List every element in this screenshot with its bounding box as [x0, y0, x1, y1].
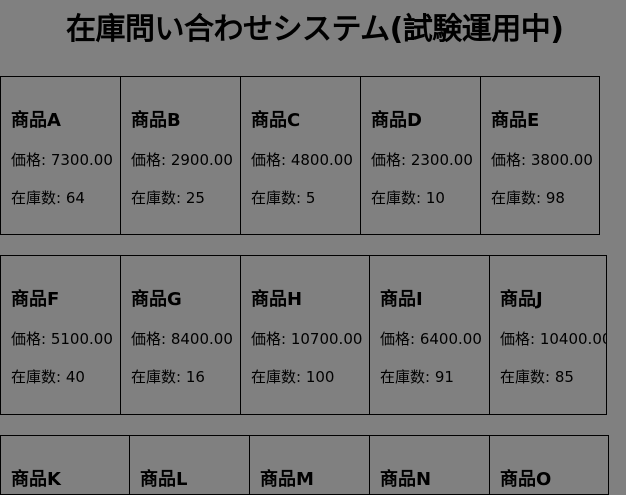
price-label: 価格:	[131, 330, 171, 348]
product-name: 商品B	[131, 110, 181, 131]
product-stock: 在庫数: 25	[131, 189, 205, 207]
product-name: 商品I	[380, 289, 423, 310]
product-card[interactable]: 商品J 価格: 10400.00 在庫数: 85	[489, 255, 607, 415]
stock-label: 在庫数:	[371, 189, 426, 207]
stock-value: 85	[554, 368, 574, 386]
price-value: 5100.00	[50, 330, 113, 348]
product-name: 商品A	[11, 110, 61, 131]
price-label: 価格:	[131, 151, 171, 169]
product-row: 商品A 価格: 7300.00 在庫数: 64 商品B 価格: 2900.00 在庫数: …	[0, 76, 600, 235]
product-name: 商品M	[260, 469, 314, 490]
price-label: 価格:	[380, 330, 420, 348]
product-price: 価格: 6400.00	[380, 330, 482, 348]
product-card[interactable]: 商品N	[369, 435, 490, 495]
stock-label: 在庫数:	[251, 368, 306, 386]
stock-value: 40	[65, 368, 85, 386]
product-price: 価格: 5100.00	[11, 330, 113, 348]
price-value: 3800.00	[530, 151, 593, 169]
stock-value: 10	[425, 189, 445, 207]
price-value: 7300.00	[50, 151, 113, 169]
product-card[interactable]: 商品H 価格: 10700.00 在庫数: 100	[240, 255, 370, 415]
product-price: 価格: 3800.00	[491, 151, 593, 169]
price-value: 10700.00	[290, 330, 363, 348]
product-stock: 在庫数: 100	[251, 368, 334, 386]
product-card[interactable]: 商品D 価格: 2300.00 在庫数: 10	[360, 76, 481, 235]
product-card[interactable]: 商品B 価格: 2900.00 在庫数: 25	[120, 76, 241, 235]
product-stock: 在庫数: 85	[500, 368, 574, 386]
stock-label: 在庫数:	[380, 368, 435, 386]
product-stock: 在庫数: 91	[380, 368, 454, 386]
price-value: 10400.00	[539, 330, 607, 348]
price-value: 6400.00	[419, 330, 482, 348]
product-price: 価格: 4800.00	[251, 151, 353, 169]
price-label: 価格:	[491, 151, 531, 169]
price-label: 価格:	[500, 330, 540, 348]
price-label: 価格:	[251, 151, 291, 169]
stock-label: 在庫数:	[500, 368, 555, 386]
product-price: 価格: 2900.00	[131, 151, 233, 169]
product-name: 商品G	[131, 289, 182, 310]
product-card[interactable]: 商品A 価格: 7300.00 在庫数: 64	[0, 76, 121, 235]
product-name: 商品C	[251, 110, 301, 131]
product-card[interactable]: 商品I 価格: 6400.00 在庫数: 91	[369, 255, 490, 415]
page-title: 在庫問い合わせシステム(試験運用中)	[66, 12, 564, 47]
product-card[interactable]: 商品L	[129, 435, 250, 495]
product-name: 商品N	[380, 469, 432, 490]
stock-value: 91	[434, 368, 454, 386]
product-name: 商品K	[11, 469, 61, 490]
stock-value: 25	[185, 189, 205, 207]
stock-value: 100	[305, 368, 335, 386]
product-card[interactable]: 商品K	[0, 435, 130, 495]
stock-label: 在庫数:	[11, 189, 66, 207]
stock-value: 64	[65, 189, 85, 207]
product-name: 商品H	[251, 289, 303, 310]
product-price: 価格: 7300.00	[11, 151, 113, 169]
product-name: 商品O	[500, 469, 552, 490]
price-label: 価格:	[11, 330, 51, 348]
product-card[interactable]: 商品E 価格: 3800.00 在庫数: 98	[480, 76, 600, 235]
product-card[interactable]: 商品F 価格: 5100.00 在庫数: 40	[0, 255, 121, 415]
product-stock: 在庫数: 64	[11, 189, 85, 207]
stock-value: 5	[305, 189, 316, 207]
price-label: 価格:	[371, 151, 411, 169]
stock-label: 在庫数:	[131, 189, 186, 207]
stock-value: 98	[545, 189, 565, 207]
product-card[interactable]: 商品O	[489, 435, 609, 495]
price-value: 8400.00	[170, 330, 233, 348]
product-stock: 在庫数: 5	[251, 189, 315, 207]
product-name: 商品F	[11, 289, 60, 310]
price-label: 価格:	[251, 330, 291, 348]
product-card[interactable]: 商品C 価格: 4800.00 在庫数: 5	[240, 76, 361, 235]
product-price: 価格: 8400.00	[131, 330, 233, 348]
product-row: 商品F 価格: 5100.00 在庫数: 40 商品G 価格: 8400.00 在庫数: …	[0, 255, 607, 415]
product-stock: 在庫数: 16	[131, 368, 205, 386]
product-price: 価格: 10400.00	[500, 330, 607, 348]
stock-label: 在庫数:	[131, 368, 186, 386]
price-label: 価格:	[11, 151, 51, 169]
stock-label: 在庫数:	[251, 189, 306, 207]
product-row: 商品K 商品L 商品M 商品N 商品O	[0, 435, 609, 495]
price-value: 4800.00	[290, 151, 353, 169]
product-stock: 在庫数: 10	[371, 189, 445, 207]
price-value: 2900.00	[170, 151, 233, 169]
product-name: 商品L	[140, 469, 188, 490]
stock-label: 在庫数:	[11, 368, 66, 386]
product-price: 価格: 2300.00	[371, 151, 473, 169]
product-card[interactable]: 商品G 価格: 8400.00 在庫数: 16	[120, 255, 241, 415]
stock-value: 16	[185, 368, 205, 386]
product-card[interactable]: 商品M	[249, 435, 370, 495]
product-name: 商品J	[500, 289, 543, 310]
stock-label: 在庫数:	[491, 189, 546, 207]
product-stock: 在庫数: 40	[11, 368, 85, 386]
product-price: 価格: 10700.00	[251, 330, 362, 348]
product-name: 商品E	[491, 110, 540, 131]
product-stock: 在庫数: 98	[491, 189, 565, 207]
product-name: 商品D	[371, 110, 422, 131]
price-value: 2300.00	[410, 151, 473, 169]
